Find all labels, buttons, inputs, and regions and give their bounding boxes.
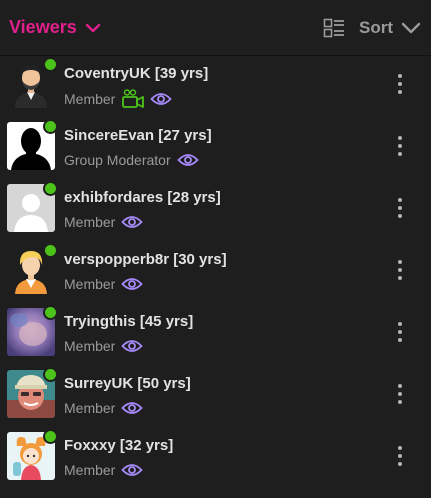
chevron-down-icon xyxy=(401,22,421,34)
online-indicator xyxy=(43,119,58,134)
viewer-row[interactable]: exhibfordares [28 yrs] Member xyxy=(0,181,431,244)
viewer-row[interactable]: Tryingthis [45 yrs] Member xyxy=(0,305,431,368)
sort-button[interactable]: Sort xyxy=(359,18,421,38)
more-options-icon[interactable] xyxy=(391,382,409,406)
viewer-meta: Member xyxy=(64,399,191,417)
avatar-container[interactable] xyxy=(7,243,58,294)
viewer-meta: Member xyxy=(64,213,221,231)
viewer-name[interactable]: Tryingthis [45 yrs] xyxy=(64,312,193,332)
viewer-name[interactable]: verspopperb8r [30 yrs] xyxy=(64,250,227,270)
viewer-row[interactable]: verspopperb8r [30 yrs] Member xyxy=(0,243,431,306)
more-options-icon[interactable] xyxy=(391,72,409,96)
online-indicator xyxy=(43,57,58,72)
avatar-container[interactable] xyxy=(7,305,58,356)
more-options-icon[interactable] xyxy=(391,320,409,344)
chevron-down-icon xyxy=(85,23,101,33)
viewer-info: CoventryUK [39 yrs] Member xyxy=(64,64,208,109)
viewer-role: Member xyxy=(64,214,116,230)
viewer-meta: Group Moderator xyxy=(64,151,212,169)
eye-icon xyxy=(121,463,144,477)
eye-icon xyxy=(176,153,199,167)
more-options-icon[interactable] xyxy=(391,444,409,468)
online-indicator xyxy=(43,429,58,444)
avatar-container[interactable] xyxy=(7,367,58,418)
sort-label: Sort xyxy=(359,17,393,37)
viewer-name[interactable]: SurreyUK [50 yrs] xyxy=(64,374,191,394)
list-layout-icon[interactable] xyxy=(323,18,345,38)
avatar-container[interactable] xyxy=(7,57,58,108)
eye-icon xyxy=(121,277,144,291)
viewer-role: Member xyxy=(64,400,116,416)
eye-icon xyxy=(150,92,173,106)
avatar-container[interactable] xyxy=(7,181,58,232)
eye-icon xyxy=(121,401,144,415)
online-indicator xyxy=(43,367,58,382)
eye-icon xyxy=(121,339,144,353)
viewer-meta: Member xyxy=(64,461,173,479)
viewer-list: CoventryUK [39 yrs] Member SincereEvan [… xyxy=(0,57,431,492)
viewer-info: exhibfordares [28 yrs] Member xyxy=(64,188,221,231)
viewer-info: SurreyUK [50 yrs] Member xyxy=(64,374,191,417)
viewer-role: Member xyxy=(64,462,116,478)
viewers-dropdown[interactable]: Viewers xyxy=(9,17,101,38)
viewer-name[interactable]: CoventryUK [39 yrs] xyxy=(64,64,208,84)
viewer-role: Member xyxy=(64,91,116,107)
viewer-name[interactable]: Foxxxy [32 yrs] xyxy=(64,436,173,456)
more-options-icon[interactable] xyxy=(391,196,409,220)
viewer-role: Member xyxy=(64,276,116,292)
avatar-container[interactable] xyxy=(7,119,58,170)
viewer-meta: Member xyxy=(64,337,193,355)
viewer-name[interactable]: exhibfordares [28 yrs] xyxy=(64,188,221,208)
viewer-meta: Member xyxy=(64,89,208,109)
video-camera-icon[interactable] xyxy=(122,89,145,109)
viewer-row[interactable]: SurreyUK [50 yrs] Member xyxy=(0,367,431,430)
viewer-info: verspopperb8r [30 yrs] Member xyxy=(64,250,227,293)
avatar-container[interactable] xyxy=(7,429,58,480)
viewer-role: Member xyxy=(64,338,116,354)
viewer-info: Foxxxy [32 yrs] Member xyxy=(64,436,173,479)
online-indicator xyxy=(43,305,58,320)
viewer-row[interactable]: SincereEvan [27 yrs] Group Moderator xyxy=(0,119,431,182)
viewer-name[interactable]: SincereEvan [27 yrs] xyxy=(64,126,212,146)
header-controls: Sort xyxy=(323,18,421,38)
viewer-row[interactable]: CoventryUK [39 yrs] Member xyxy=(0,57,431,120)
eye-icon xyxy=(121,215,144,229)
viewers-header: Viewers Sort xyxy=(0,0,431,56)
viewer-info: Tryingthis [45 yrs] Member xyxy=(64,312,193,355)
viewer-info: SincereEvan [27 yrs] Group Moderator xyxy=(64,126,212,169)
more-options-icon[interactable] xyxy=(391,134,409,158)
viewers-title: Viewers xyxy=(9,17,77,37)
viewer-row[interactable]: Foxxxy [32 yrs] Member xyxy=(0,429,431,492)
viewer-role: Group Moderator xyxy=(64,152,171,168)
online-indicator xyxy=(43,243,58,258)
online-indicator xyxy=(43,181,58,196)
viewer-meta: Member xyxy=(64,275,227,293)
more-options-icon[interactable] xyxy=(391,258,409,282)
